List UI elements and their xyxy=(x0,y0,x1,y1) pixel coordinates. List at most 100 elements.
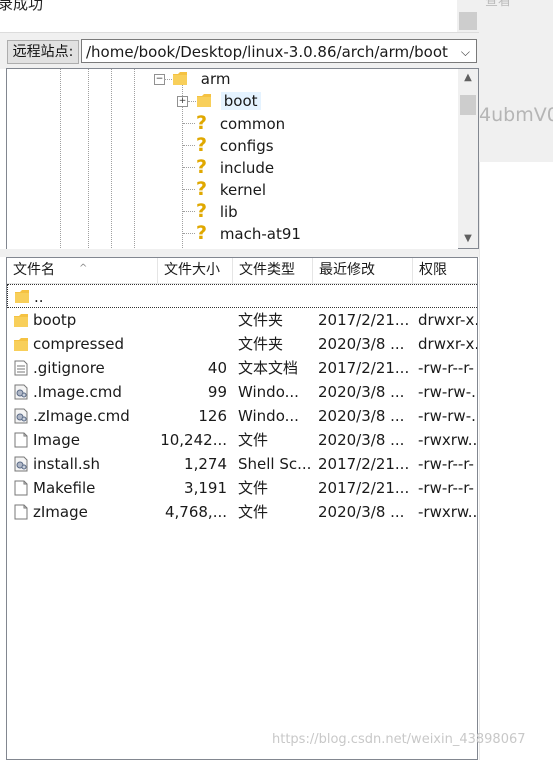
file-name: .. xyxy=(34,288,44,306)
file-row[interactable]: bootp 文件夹 2017/2/21... drwxr-x... xyxy=(7,308,477,332)
tree-scroll-thumb[interactable] xyxy=(460,95,476,115)
tree-item-common[interactable]: ? common xyxy=(196,112,285,134)
script-file-icon xyxy=(14,408,28,424)
column-header-name[interactable]: 文件名 ^ xyxy=(7,258,158,283)
expand-toggle[interactable]: + xyxy=(177,96,188,107)
folder-icon xyxy=(197,94,211,107)
file-type: 文件 xyxy=(238,503,269,521)
question-icon: ? xyxy=(196,156,208,178)
folder-icon xyxy=(14,314,28,327)
file-permissions: drwxr-x... xyxy=(418,311,477,329)
log-scrollbar[interactable] xyxy=(457,0,479,32)
tree-item-kernel[interactable]: ? kernel xyxy=(196,178,266,200)
tree-item-lib[interactable]: ? lib xyxy=(196,200,238,222)
text-file-icon xyxy=(14,360,28,376)
tree-item-configs[interactable]: ? configs xyxy=(196,134,274,156)
remote-file-list[interactable]: 文件名 ^ 文件大小 文件类型 最近修改 权限 .. bootp 文件夹 2017/… xyxy=(6,257,478,760)
file-name: install.sh xyxy=(33,455,100,473)
queue-pane: 查看 4ubmV0 xyxy=(479,0,553,162)
file-size xyxy=(157,308,227,332)
tree-item-boot[interactable]: boot xyxy=(196,90,261,112)
question-icon: ? xyxy=(196,222,208,244)
file-modified: 2020/3/8 ... xyxy=(318,335,405,353)
tree-branch-line xyxy=(183,211,195,212)
file-size: 4,768,... xyxy=(164,503,227,521)
file-permissions: drwxr-x... xyxy=(418,335,477,353)
chevron-down-icon[interactable]: ⌵ xyxy=(461,40,470,62)
file-row[interactable]: .Image.cmd 99 Windo... 2020/3/8 ... -rw-rw-.… xyxy=(7,380,477,404)
tree-item-label: mach-at91 xyxy=(219,225,301,243)
file-row[interactable]: compressed 文件夹 2020/3/8 ... drwxr-x... xyxy=(7,332,477,356)
pane-splitter[interactable] xyxy=(0,249,479,257)
tree-branch-line xyxy=(183,167,195,168)
file-type: 文本文档 xyxy=(238,359,299,377)
tree-scrollbar[interactable]: ▲ ▼ xyxy=(458,68,479,249)
tree-item-label: common xyxy=(219,115,286,133)
message-log: 录成功 xyxy=(0,0,457,32)
file-size: 99 xyxy=(207,383,227,401)
file-name: .zImage.cmd xyxy=(33,407,130,425)
question-icon: ? xyxy=(196,178,208,200)
file-row[interactable]: .zImage.cmd 126 Windo... 2020/3/8 ... -rw-rw… xyxy=(7,404,477,428)
file-permissions: -rwxrw... xyxy=(418,431,478,449)
log-text: 录成功 xyxy=(0,0,44,13)
file-name: zImage xyxy=(33,503,88,521)
file-size: 126 xyxy=(198,407,227,425)
blank-file-icon xyxy=(14,432,28,448)
tree-item-label: configs xyxy=(219,137,274,155)
tree-branch-line xyxy=(188,101,196,102)
file-row[interactable]: .gitignore 40 文本文档 2017/2/21... -rw-r--r- xyxy=(7,356,477,380)
file-row[interactable]: Image 10,242... 文件 2020/3/8 ... -rwxrw... xyxy=(7,428,478,452)
file-permissions: -rw-r--r- xyxy=(418,455,474,473)
file-name: Makefile xyxy=(33,479,96,497)
question-icon: ? xyxy=(196,134,208,156)
column-header-size[interactable]: 文件大小 xyxy=(158,258,233,283)
log-scroll-thumb[interactable] xyxy=(459,12,477,30)
file-size: 1,274 xyxy=(184,455,227,473)
folder-icon xyxy=(14,338,28,351)
column-header-type[interactable]: 文件类型 xyxy=(233,258,313,283)
file-name: Image xyxy=(33,431,80,449)
file-name: compressed xyxy=(33,335,125,353)
file-size: 3,191 xyxy=(184,479,227,497)
tree-item-label: include xyxy=(219,159,275,177)
file-type: Windo... xyxy=(238,407,299,425)
file-size xyxy=(157,332,227,356)
file-row[interactable]: Makefile 3,191 文件 2017/2/21... -rw-r--r- xyxy=(7,476,477,500)
file-modified: 2017/2/21... xyxy=(318,455,410,473)
remote-site-label: 远程站点: xyxy=(7,40,79,64)
queue-pane-label: 查看 xyxy=(485,0,512,9)
scroll-down-icon[interactable]: ▼ xyxy=(458,230,478,248)
remote-directory-tree[interactable]: − arm + boot ? common ? configs ? includ… xyxy=(6,68,459,251)
tree-item-label: boot xyxy=(220,92,261,110)
remote-path-text[interactable]: /home/book/Desktop/linux-3.0.86/arch/arm… xyxy=(86,43,448,61)
remote-path-combobox[interactable]: /home/book/Desktop/linux-3.0.86/arch/arm… xyxy=(81,39,477,63)
tree-guide-line xyxy=(134,69,135,250)
file-type: Windo... xyxy=(238,383,299,401)
tree-item-label: kernel xyxy=(219,181,266,199)
scroll-up-icon[interactable]: ▲ xyxy=(458,69,478,87)
parent-directory-row[interactable]: .. xyxy=(7,284,477,308)
file-name: bootp xyxy=(33,311,77,329)
tree-item-arm[interactable]: arm xyxy=(172,69,231,90)
column-header-permissions[interactable]: 权限 xyxy=(413,258,477,283)
file-permissions: -rw-rw-... xyxy=(418,407,477,425)
file-permissions: -rw-r--r- xyxy=(418,359,474,377)
tree-guide-line xyxy=(60,69,61,250)
column-header-modified[interactable]: 最近修改 xyxy=(313,258,413,283)
column-header-row: 文件名 ^ 文件大小 文件类型 最近修改 权限 xyxy=(7,258,477,284)
file-size: 40 xyxy=(207,359,227,377)
file-type: 文件夹 xyxy=(238,335,284,353)
file-type: 文件夹 xyxy=(238,311,284,329)
tree-branch-line xyxy=(183,189,195,190)
tree-branch-line xyxy=(183,145,195,146)
file-size: 10,242... xyxy=(160,431,227,449)
tree-item-mach-at91[interactable]: ? mach-at91 xyxy=(196,222,301,244)
sort-ascending-icon: ^ xyxy=(79,263,88,274)
side-panel xyxy=(479,162,553,760)
tree-branch-line xyxy=(183,233,195,234)
file-row[interactable]: install.sh 1,274 Shell Sc... 2017/2/21... -r… xyxy=(7,452,477,476)
tree-item-include[interactable]: ? include xyxy=(196,156,274,178)
file-row[interactable]: zImage 4,768,... 文件 2020/3/8 ... -rwxrw... xyxy=(7,500,477,524)
watermark-text: https://blog.csdn.net/weixin_43898067 xyxy=(272,732,526,747)
